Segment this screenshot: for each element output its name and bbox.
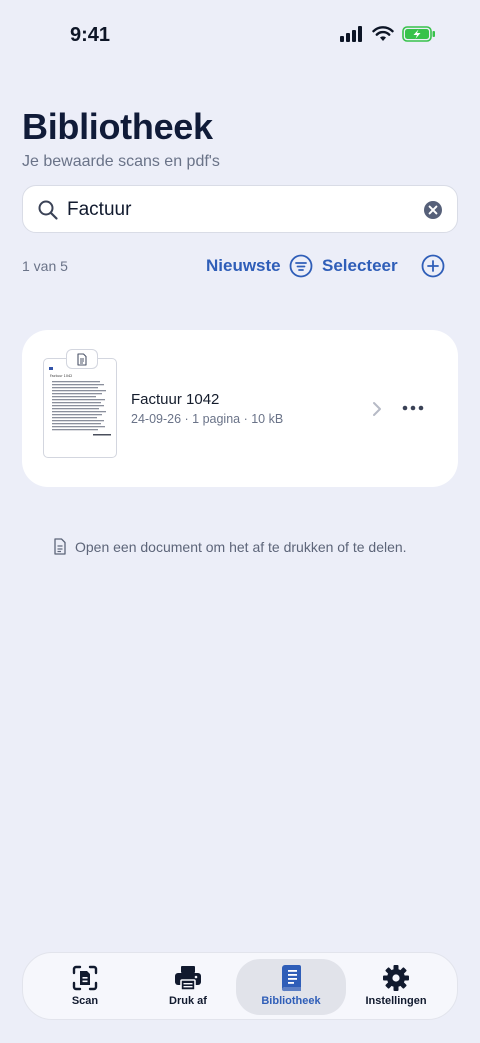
status-time: 9:41 (70, 24, 111, 46)
printer-icon (175, 966, 201, 991)
page-title: Bibliotheek (22, 106, 213, 147)
tab-library-label: Bibliotheek (261, 995, 321, 1007)
document-name: Factuur 1042 (131, 391, 220, 408)
status-bar: 9:41 (0, 0, 480, 72)
document-preview: Factuur 1042 (49, 367, 111, 436)
status-icons (340, 26, 436, 42)
tab-scan[interactable]: Scan (30, 959, 140, 1015)
document-thumbnail: Factuur 1042 (43, 349, 117, 458)
hint-message: Open een document om het af te drukken o… (53, 538, 407, 555)
hint-text: Open een document om het af te drukken o… (75, 538, 407, 555)
document-icon (77, 352, 87, 366)
sort-label: Nieuwste (206, 256, 281, 275)
wifi-icon (372, 26, 394, 41)
tab-library[interactable]: Bibliotheek (236, 959, 346, 1015)
sort-button[interactable]: Nieuwste (206, 254, 313, 278)
add-icon[interactable] (421, 254, 445, 278)
cellular-signal-icon (340, 26, 362, 42)
tab-settings-label: Instellingen (365, 995, 427, 1007)
chevron-right-icon[interactable] (371, 401, 383, 417)
scan-icon (72, 965, 98, 991)
search-icon (38, 200, 58, 220)
more-options-icon[interactable] (402, 404, 424, 412)
battery-charging-icon (402, 26, 435, 42)
page-subtitle: Je bewaarde scans en pdf's (22, 153, 220, 170)
search-input[interactable] (67, 196, 407, 224)
search-bar[interactable] (22, 185, 458, 233)
clear-search-icon[interactable] (423, 200, 443, 220)
tab-scan-label: Scan (71, 995, 99, 1007)
result-count: 1 van 5 (22, 258, 68, 274)
document-meta: 24-09-26 · 1 pagina · 10 kB (131, 412, 284, 426)
select-button[interactable]: Selecteer (322, 256, 398, 276)
thumb-title: Factuur 1042 (50, 374, 72, 378)
tab-print-label: Druk af (169, 995, 207, 1007)
tab-print[interactable]: Druk af (133, 959, 243, 1015)
select-label: Selecteer (322, 256, 398, 275)
pdf-badge (66, 349, 98, 369)
tab-settings[interactable]: Instellingen (341, 959, 451, 1015)
document-card[interactable]: Factuur 1042 Factuur 1042 24-09-26 · 1 p… (22, 330, 458, 487)
gear-icon (383, 965, 409, 991)
book-icon (282, 965, 301, 992)
sort-filter-icon (289, 254, 313, 278)
tab-bar: Scan Druk af Bibliotheek Instellingen (22, 952, 458, 1020)
document-icon (54, 538, 66, 555)
